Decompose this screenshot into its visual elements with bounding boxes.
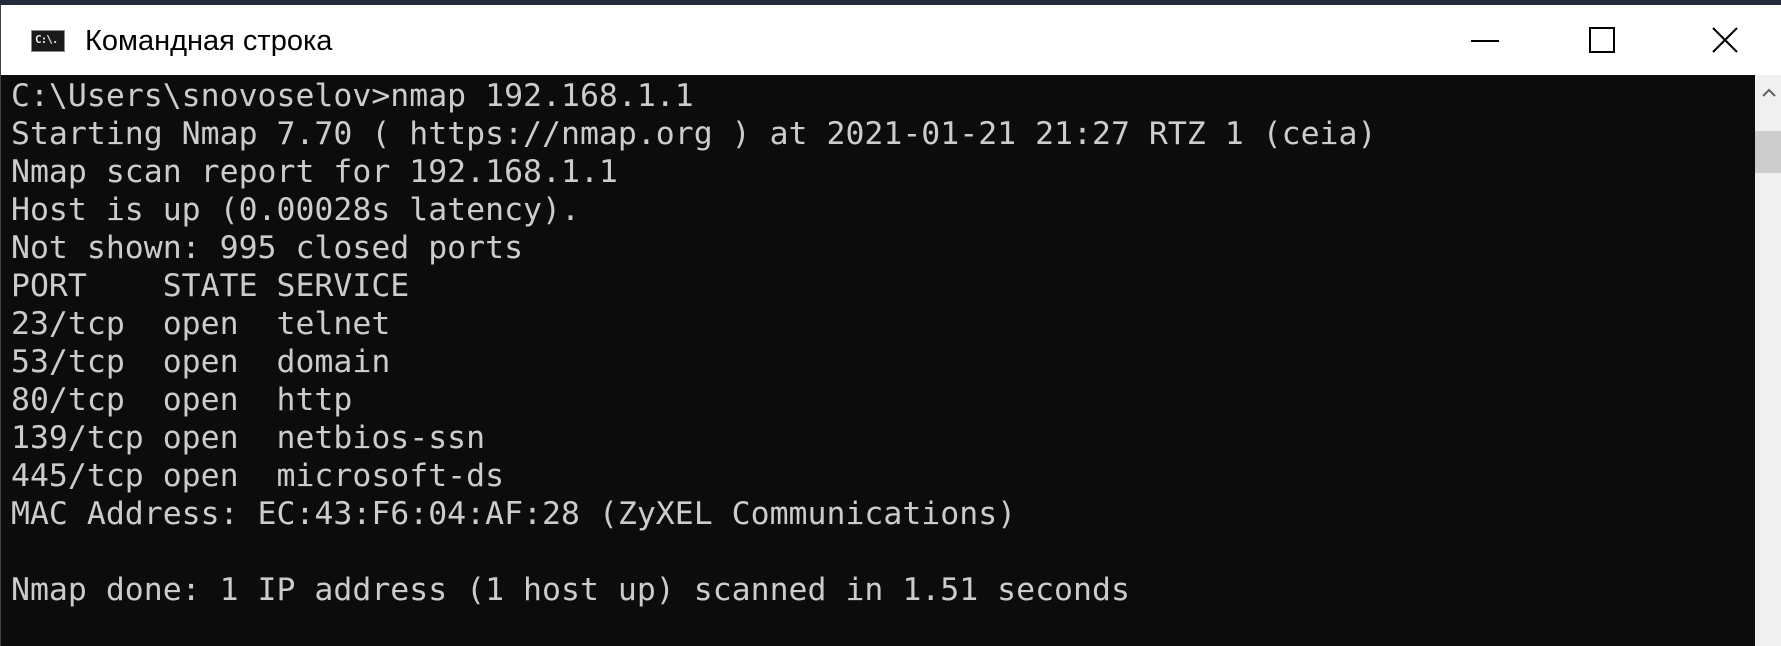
maximize-button[interactable] (1544, 5, 1659, 75)
console-line: MAC Address: EC:43:F6:04:AF:28 (ZyXEL Co… (11, 496, 1017, 532)
scroll-up-arrow-icon (1761, 88, 1776, 97)
console-line: Starting Nmap 7.70 ( https://nmap.org ) … (11, 116, 1377, 152)
console-line: Host is up (0.00028s latency). (11, 192, 580, 228)
minimize-button[interactable] (1427, 5, 1542, 75)
console-line: C:\Users\snovoselov>nmap 192.168.1.1 (11, 78, 694, 114)
console-line: 53/tcp open domain (11, 344, 391, 380)
title-bar[interactable]: C:\. Командная строка (1, 5, 1781, 75)
close-button[interactable] (1667, 5, 1781, 75)
vertical-scrollbar[interactable] (1755, 75, 1781, 646)
console-line: Not shown: 995 closed ports (11, 230, 524, 266)
console-line: 23/tcp open telnet (11, 306, 391, 342)
console-line: 80/tcp open http (11, 382, 353, 418)
scroll-thumb[interactable] (1755, 131, 1781, 173)
console-line: 445/tcp open microsoft-ds (11, 458, 505, 494)
close-icon (1711, 27, 1738, 53)
minimize-icon (1470, 40, 1499, 42)
console-line: Nmap done: 1 IP address (1 host up) scan… (11, 572, 1130, 608)
maximize-icon (1588, 27, 1615, 53)
scroll-up-button[interactable] (1755, 75, 1781, 111)
console-line: Nmap scan report for 192.168.1.1 (11, 154, 618, 190)
cmd-window: C:\. Командная строка C:\Users\snovoselo… (0, 5, 1781, 646)
console-output[interactable]: C:\Users\snovoselov>nmap 192.168.1.1 Sta… (11, 77, 1751, 646)
console-line: PORT STATE SERVICE (11, 268, 410, 304)
cmd-app-icon-glyph: C:\. (35, 33, 58, 46)
window-title: Командная строка (85, 25, 333, 57)
console-line: 139/tcp open netbios-ssn (11, 420, 486, 456)
cmd-app-icon[interactable]: C:\. (31, 30, 65, 52)
